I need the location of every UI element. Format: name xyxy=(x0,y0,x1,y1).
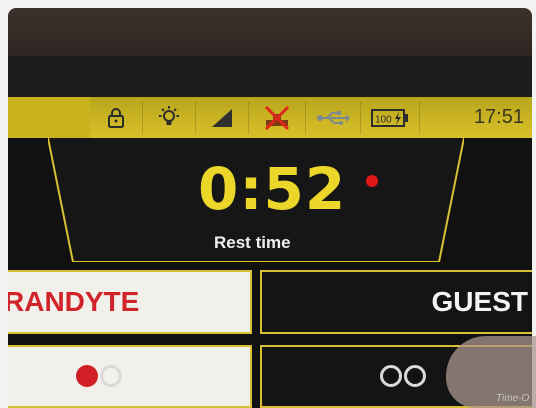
player-right-name: GUEST xyxy=(431,286,528,317)
timer-running-indicator xyxy=(366,175,378,187)
battery-icon: 100 xyxy=(361,97,419,138)
bulb-icon[interactable] xyxy=(143,97,195,138)
score-dot-filled xyxy=(76,365,98,387)
score-dot-empty xyxy=(404,365,426,387)
score-dot-empty xyxy=(100,365,122,387)
player-left-name-panel[interactable]: RANDYTE xyxy=(8,270,252,334)
status-bar: 100 17:51 xyxy=(8,97,532,138)
battery-level: 100 xyxy=(375,114,392,125)
status-separator xyxy=(419,101,420,134)
player-right-name-panel[interactable]: GUEST xyxy=(260,270,532,334)
device-bezel-strip xyxy=(8,56,532,98)
usb-icon xyxy=(306,97,360,138)
time-out-label[interactable]: Time-O xyxy=(496,393,529,404)
timer-value: 0:52 xyxy=(198,155,347,223)
score-dot-empty xyxy=(380,365,402,387)
signal-icon xyxy=(196,97,248,138)
player-left-score-panel[interactable] xyxy=(8,345,252,408)
timer-label: Rest time xyxy=(214,233,291,252)
device-photo: 100 17:51 0:52 Rest time RANDYTE GUEST T… xyxy=(0,0,536,408)
status-bar-notch xyxy=(8,97,90,138)
lock-icon[interactable] xyxy=(90,97,142,138)
player-left-name: RANDYTE xyxy=(8,286,140,317)
clock: 17:51 xyxy=(473,106,524,128)
no-network-icon xyxy=(249,97,305,138)
